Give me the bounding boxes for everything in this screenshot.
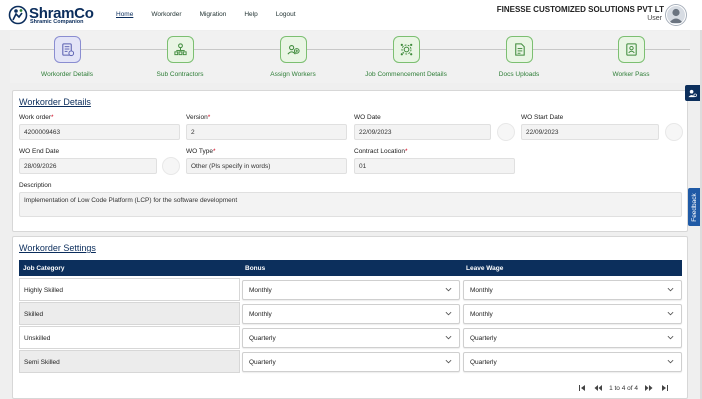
- workorder-stepper: Workorder Details Sub Contractors Assign…: [10, 31, 690, 83]
- step-label: Job Commencement Details: [365, 71, 447, 78]
- last-page-icon: [662, 385, 668, 391]
- bonus-select[interactable]: Quarterly: [242, 328, 460, 348]
- step-label: Worker Pass: [612, 71, 650, 78]
- step-job-commencement[interactable]: Job Commencement Details: [351, 36, 461, 78]
- wo-start-date-field[interactable]: 22/09/2023: [521, 124, 659, 140]
- previous-page-button[interactable]: [593, 383, 603, 393]
- wo-date-label: WO Date: [354, 114, 381, 121]
- job-category-cell: Unskilled: [19, 326, 240, 349]
- wo-type-label: WO Type*: [186, 148, 216, 155]
- next-page-button[interactable]: [644, 383, 654, 393]
- job-category-cell: Semi Skilled: [19, 350, 240, 373]
- table-header: Job Category Bonus Leave Wage: [19, 260, 682, 276]
- column-header-leave-wage[interactable]: Leave Wage: [466, 265, 503, 272]
- version-label: Version*: [186, 114, 211, 121]
- step-label: Workorder Details: [41, 71, 93, 78]
- nav-home[interactable]: Home: [116, 11, 133, 18]
- contract-location-label: Contract Location*: [354, 148, 408, 155]
- first-page-button[interactable]: [577, 383, 587, 393]
- first-page-icon: [579, 385, 586, 391]
- bonus-select[interactable]: Quarterly: [242, 352, 460, 372]
- workorder-details-panel: Workorder Details Work order* 4200009463…: [12, 90, 688, 232]
- table-row: Highly Skilled Monthly Monthly: [19, 278, 682, 301]
- gear-network-icon: [392, 36, 420, 63]
- panel-title: Workorder Details: [19, 97, 91, 107]
- chevron-down-icon: [445, 311, 452, 316]
- description-label: Description: [19, 182, 52, 189]
- last-page-button[interactable]: [660, 383, 670, 393]
- job-category-cell: Highly Skilled: [19, 278, 240, 301]
- nav-help[interactable]: Help: [244, 11, 257, 18]
- workorder-icon: [53, 36, 81, 63]
- main-nav: Home Workorder Migration Help Logout: [116, 11, 314, 18]
- bonus-select[interactable]: Monthly: [242, 280, 460, 300]
- table-pagination: 1 to 4 of 4: [577, 383, 670, 393]
- wo-type-field[interactable]: Other (Pls specify in words): [186, 158, 347, 174]
- step-workorder-details[interactable]: Workorder Details: [12, 36, 122, 78]
- profile-side-button[interactable]: [685, 85, 700, 101]
- worker-pass-icon: [617, 36, 645, 63]
- leave-wage-select[interactable]: Quarterly: [463, 352, 682, 372]
- panel-title: Workorder Settings: [19, 243, 96, 253]
- step-sub-contractors[interactable]: Sub Contractors: [125, 36, 235, 78]
- chevron-down-icon: [445, 287, 452, 292]
- chevron-down-icon: [445, 335, 452, 340]
- nav-migration[interactable]: Migration: [200, 11, 227, 18]
- user-label: User: [647, 15, 662, 22]
- previous-page-icon: [594, 385, 603, 391]
- wo-start-date-label: WO Start Date: [521, 114, 564, 121]
- wo-end-date-field[interactable]: 28/09/2026: [19, 158, 157, 174]
- leave-wage-select[interactable]: Monthly: [463, 280, 682, 300]
- org-chart-icon: [166, 36, 194, 63]
- column-header-job-category[interactable]: Job Category: [23, 265, 65, 272]
- chevron-down-icon: [667, 359, 674, 364]
- leave-wage-select[interactable]: Monthly: [463, 304, 682, 324]
- version-field[interactable]: 2: [186, 124, 347, 140]
- table-row: Skilled Monthly Monthly: [19, 302, 682, 325]
- table-row: Unskilled Quarterly Quarterly: [19, 326, 682, 349]
- avatar[interactable]: [666, 5, 686, 25]
- nav-logout[interactable]: Logout: [276, 11, 296, 18]
- step-label: Assign Workers: [270, 71, 316, 78]
- organization-name: FINESSE CUSTOMIZED SOLUTIONS PVT LT: [496, 5, 664, 14]
- workorder-settings-panel: Workorder Settings Job Category Bonus Le…: [12, 236, 688, 399]
- wo-end-date-label: WO End Date: [19, 148, 60, 155]
- table-row: Semi Skilled Quarterly Quarterly: [19, 350, 682, 373]
- work-order-label: Work order*: [19, 114, 54, 121]
- column-header-bonus[interactable]: Bonus: [245, 265, 265, 272]
- nav-workorder[interactable]: Workorder: [151, 11, 181, 18]
- wo-date-field[interactable]: 22/09/2023: [354, 124, 491, 140]
- feedback-label: Feedback: [690, 192, 698, 222]
- next-page-icon: [645, 385, 653, 391]
- wo-date-picker-button[interactable]: [497, 123, 515, 141]
- step-label: Sub Contractors: [156, 71, 204, 78]
- step-worker-pass[interactable]: Worker Pass: [576, 36, 686, 78]
- wo-start-date-picker-button[interactable]: [665, 123, 683, 141]
- leave-wage-select[interactable]: Quarterly: [463, 328, 682, 348]
- job-category-cell: Skilled: [19, 302, 240, 325]
- wo-end-date-picker-button[interactable]: [162, 157, 180, 175]
- document-icon: [505, 36, 533, 63]
- step-docs-uploads[interactable]: Docs Uploads: [464, 36, 574, 78]
- bonus-select[interactable]: Monthly: [242, 304, 460, 324]
- pagination-summary: 1 to 4 of 4: [609, 384, 638, 392]
- step-assign-workers[interactable]: Assign Workers: [238, 36, 348, 78]
- chevron-down-icon: [667, 311, 674, 316]
- chevron-down-icon: [667, 335, 674, 340]
- user-avatar-icon: [669, 8, 683, 23]
- contract-location-field[interactable]: 01: [354, 158, 515, 174]
- assign-workers-icon: [279, 36, 307, 63]
- work-order-field[interactable]: 4200009463: [19, 124, 180, 140]
- top-bar: ShramCo Shramic Companion Home Workorder…: [0, 0, 702, 30]
- brand-tagline: Shramic Companion: [30, 19, 84, 25]
- shramco-logo-icon: [8, 5, 28, 25]
- user-settings-icon: [688, 89, 697, 97]
- chevron-down-icon: [445, 359, 452, 364]
- step-label: Docs Uploads: [498, 71, 540, 78]
- description-field[interactable]: Implementation of Low Code Platform (LCP…: [19, 192, 682, 217]
- chevron-down-icon: [667, 287, 674, 292]
- feedback-tab[interactable]: Feedback: [688, 188, 700, 226]
- brand-logo[interactable]: ShramCo Shramic Companion: [8, 4, 98, 28]
